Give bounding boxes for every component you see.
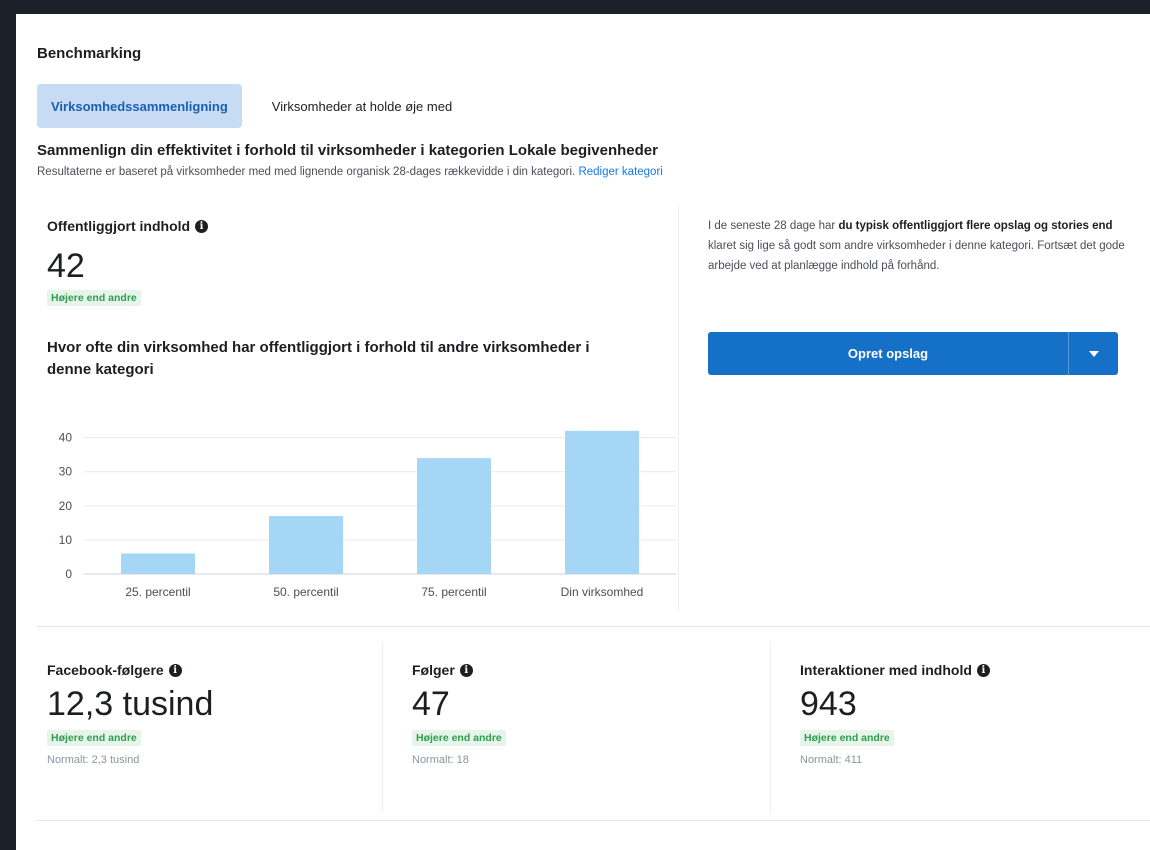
insight-text-bold: du typisk offentliggjort flere opslag og… xyxy=(838,220,1113,232)
metric-label: Følger xyxy=(412,662,455,678)
status-badge: Højere end andre xyxy=(412,730,506,746)
metric-value: 47 xyxy=(412,685,450,723)
create-post-dropdown-button[interactable] xyxy=(1069,332,1118,375)
y-tick-label: 0 xyxy=(65,567,72,581)
bar[interactable] xyxy=(417,458,491,574)
y-tick-label: 20 xyxy=(59,499,73,513)
info-icon[interactable]: i xyxy=(459,663,473,677)
metric-label-row: Facebook-følgere i xyxy=(47,662,213,678)
edit-category-link[interactable]: Rediger kategori xyxy=(578,166,662,178)
create-post-button[interactable]: Opret opslag xyxy=(708,332,1068,375)
tab-bar: Virksomhedssammenligning Virksomheder at… xyxy=(37,84,468,128)
x-tick-label: 25. percentil xyxy=(125,585,190,599)
bar[interactable] xyxy=(269,516,343,574)
metric-value: 943 xyxy=(800,685,857,723)
metric-label: Facebook-følgere xyxy=(47,662,164,678)
chart-title: Hvor ofte din virksomhed har offentliggj… xyxy=(47,339,590,378)
column-divider xyxy=(382,642,383,812)
tab-businesses-to-watch[interactable]: Virksomheder at holde øje med xyxy=(256,84,468,128)
vertical-divider xyxy=(678,206,679,611)
caret-down-icon xyxy=(1088,350,1099,357)
subheading-text: Resultaterne er baseret på virksomheder … xyxy=(37,166,576,178)
metric-label-row: Følger i xyxy=(412,662,506,678)
info-icon[interactable]: i xyxy=(976,663,990,677)
benchmarking-panel: Benchmarking Virksomhedssammenligning Vi… xyxy=(16,14,1150,850)
status-badge: Højere end andre xyxy=(800,730,894,746)
create-post-split-button: Opret opslag xyxy=(708,332,1118,375)
published-content-value: 42 xyxy=(47,247,85,285)
metric-card-facebook-followers: Facebook-følgere i 12,3 tusind Højere en… xyxy=(47,662,213,766)
section-divider xyxy=(37,820,1150,821)
bar[interactable] xyxy=(565,430,639,574)
x-tick-label: Din virksomhed xyxy=(561,585,644,599)
tab-business-comparison[interactable]: Virksomhedssammenligning xyxy=(37,84,242,128)
metric-normal: Normalt: 2,3 tusind xyxy=(47,754,140,766)
metrics-row: Facebook-følgere i 12,3 tusind Højere en… xyxy=(16,626,1150,822)
metric-value: 12,3 tusind xyxy=(47,685,214,723)
bar[interactable] xyxy=(121,553,195,574)
status-badge: Højere end andre xyxy=(47,730,141,746)
metric-card-content-interactions: Interaktioner med indhold i 943 Højere e… xyxy=(800,662,990,766)
x-tick-label: 75. percentil xyxy=(421,585,486,599)
page-title: Benchmarking xyxy=(37,45,142,62)
posting-frequency-chart: 0 10 20 30 40 25. percentil 50. percentil 75. p… xyxy=(59,430,676,599)
section-heading: Sammenlign din effektivitet i forhold ti… xyxy=(37,142,658,159)
insight-text: I de seneste 28 dage har du typisk offen… xyxy=(708,216,1128,276)
column-divider xyxy=(770,642,771,812)
metric-normal: Normalt: 411 xyxy=(800,754,863,766)
y-tick-label: 30 xyxy=(59,465,73,479)
metric-card-followers: Følger i 47 Højere end andre Normalt: 18 xyxy=(412,662,506,766)
info-icon[interactable]: i xyxy=(168,663,182,677)
section-subheading: Resultaterne er baseret på virksomheder … xyxy=(37,166,663,178)
metric-normal: Normalt: 18 xyxy=(412,754,469,766)
published-content-metric: Offentliggjort indhold i 42 Højere end a… xyxy=(47,218,667,306)
y-tick-label: 10 xyxy=(59,533,73,547)
x-tick-label: 50. percentil xyxy=(273,585,338,599)
insight-text-post: klaret sig lige så godt som andre virkso… xyxy=(708,240,1125,272)
metric-label-row: Interaktioner med indhold i xyxy=(800,662,990,678)
insight-text-pre: I de seneste 28 dage har xyxy=(708,220,839,232)
y-tick-label: 40 xyxy=(59,431,73,445)
status-badge: Højere end andre xyxy=(47,290,141,306)
metric-label: Interaktioner med indhold xyxy=(800,662,972,678)
published-content-label: Offentliggjort indhold xyxy=(47,218,191,234)
published-content-label-row: Offentliggjort indhold i xyxy=(47,218,667,234)
info-icon[interactable]: i xyxy=(195,219,209,233)
